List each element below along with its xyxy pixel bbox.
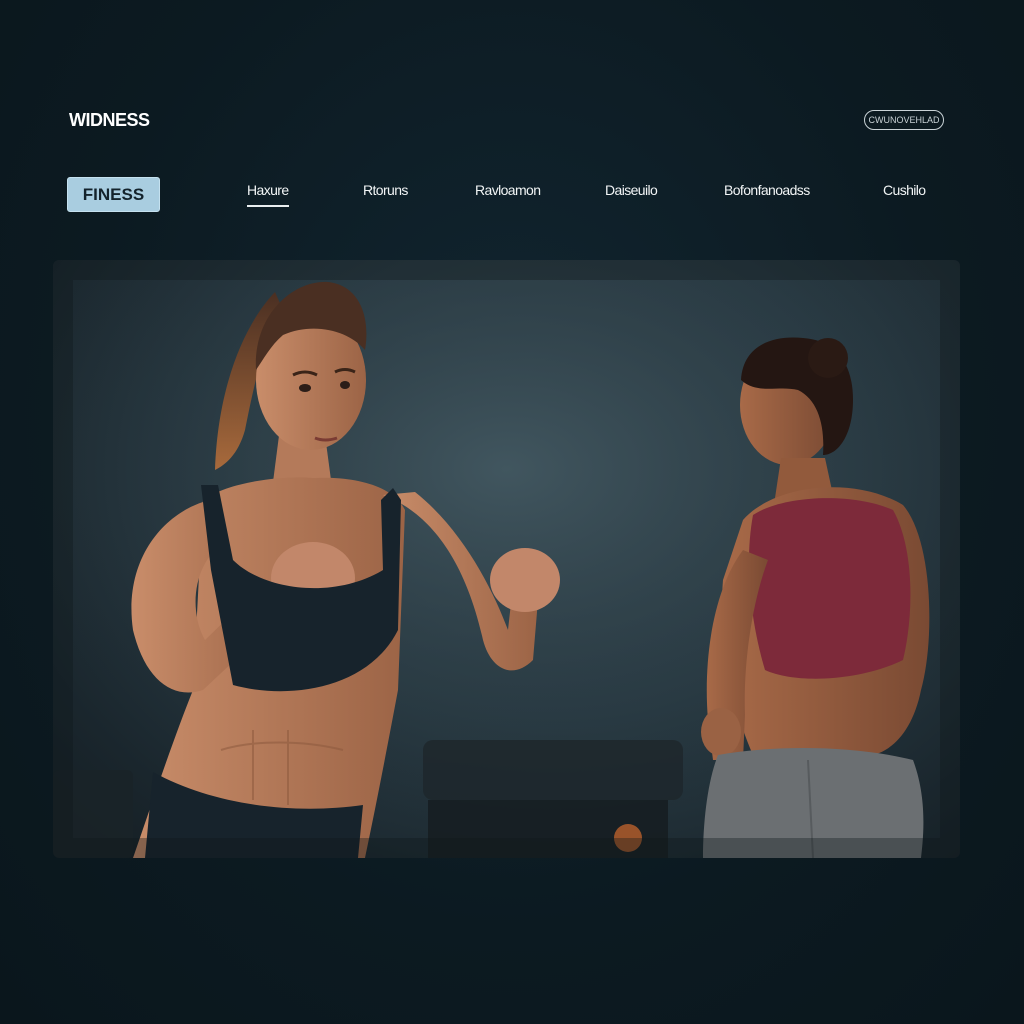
nav-item-schedule[interactable]: Daiseuilo: [605, 182, 658, 198]
nav-item-home[interactable]: Haxure: [247, 182, 289, 207]
nav-item-memberships[interactable]: Bofonfanoadss: [724, 182, 810, 198]
page: WIDNESS CWUNOVEHLAD FINESS Haxure Rtorun…: [0, 0, 1024, 1024]
main-nav: Haxure Rtoruns Ravloamon Daiseuilo Bofon…: [0, 182, 1024, 207]
hero-image: [53, 260, 960, 858]
nav-item-contact[interactable]: Cushilo: [883, 182, 926, 198]
brand-wordmark[interactable]: WIDNESS: [69, 110, 150, 131]
header-pill-button[interactable]: CWUNOVEHLAD: [864, 110, 944, 130]
nav-item-programs[interactable]: Rtoruns: [363, 182, 408, 198]
hero-illustration: [53, 260, 960, 858]
nav-item-classes[interactable]: Ravloamon: [475, 182, 541, 198]
